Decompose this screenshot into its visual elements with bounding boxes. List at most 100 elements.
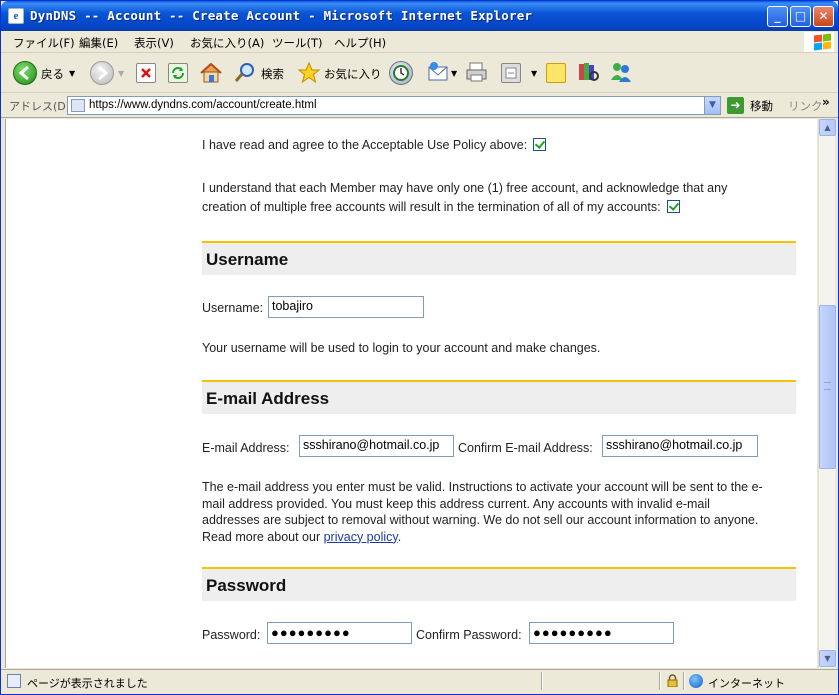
back-button[interactable]: 戻る ▼ [11, 60, 79, 86]
favorites-star-icon [297, 61, 321, 84]
free-account-text-line2: creation of multiple free accounts will … [202, 200, 661, 214]
home-button[interactable] [198, 60, 224, 86]
stop-icon [136, 63, 156, 83]
internet-zone-icon [689, 674, 703, 688]
print-button[interactable] [464, 60, 490, 86]
menu-file[interactable]: ファイル(F) [13, 35, 75, 51]
page-done-icon [7, 674, 21, 688]
aup-checkbox[interactable] [533, 138, 547, 151]
menu-bar: ファイル(F) 編集(E) 表示(V) お気に入り(A) ツール(T) ヘルプ(… [1, 31, 838, 53]
refresh-icon [168, 63, 188, 83]
username-input[interactable]: tobajiro [268, 296, 424, 318]
scroll-down-icon[interactable]: ▼ [819, 650, 836, 667]
email-note-line3: addresses are subject to removal without… [202, 513, 759, 527]
maximize-button[interactable]: □ [790, 6, 811, 27]
minimize-button[interactable]: _ [767, 6, 788, 27]
research-button[interactable] [576, 60, 602, 86]
status-text: ページが表示されました [27, 677, 148, 690]
page-content: I have read and agree to the Acceptable … [5, 119, 817, 668]
menu-view[interactable]: 表示(V) [134, 35, 174, 51]
links-button[interactable]: リンク [788, 98, 823, 114]
favorites-button[interactable]: お気に入り [297, 60, 382, 86]
mail-icon [428, 62, 448, 81]
history-icon [389, 61, 413, 85]
forward-button[interactable]: ▼ [88, 60, 128, 86]
password-heading: Password [206, 576, 287, 595]
ie-page-icon: e [8, 8, 24, 24]
go-button[interactable]: 移動 [750, 98, 773, 114]
home-icon [200, 62, 222, 83]
favorites-label: お気に入り [324, 67, 382, 81]
lock-icon[interactable] [667, 674, 678, 687]
scroll-grip-icon [824, 382, 831, 390]
mail-dropdown-icon[interactable]: ▼ [451, 69, 457, 78]
note-icon [546, 63, 566, 83]
close-button[interactable]: ✕ [813, 6, 834, 27]
status-bar: ページが表示されました インターネット [1, 669, 838, 694]
search-button[interactable]: 検索 [233, 60, 291, 86]
status-divider [659, 672, 661, 690]
confirm-password-input[interactable]: ●●●●●●●●● [529, 622, 674, 644]
email-section-header: E-mail Address [202, 380, 796, 414]
address-label: アドレス(D) [9, 100, 71, 113]
aup-agreement-text: I have read and agree to the Acceptable … [202, 138, 528, 152]
windows-logo-icon [804, 32, 834, 52]
search-label: 検索 [261, 67, 284, 81]
back-label: 戻る [41, 67, 64, 81]
scroll-thumb[interactable] [819, 305, 836, 469]
edit-dropdown-icon[interactable]: ▼ [531, 69, 537, 78]
address-dropdown-icon[interactable]: ▼ [704, 97, 720, 114]
username-heading: Username [206, 250, 289, 269]
browser-window: e DynDNS -- Account -- Create Account - … [0, 0, 839, 695]
toolbar: 戻る ▼ ▼ 検索 お気に入り ▼ ▼ [1, 54, 838, 93]
status-divider [683, 672, 685, 690]
username-label: Username: [202, 301, 264, 315]
menu-favorites[interactable]: お気に入り(A) [190, 35, 264, 51]
password-label: Password: [202, 628, 261, 642]
vertical-scrollbar[interactable]: ▲ ▼ [818, 119, 836, 668]
menu-tools[interactable]: ツール(T) [272, 35, 323, 51]
messenger-button[interactable] [608, 60, 636, 86]
username-note: Your username will be used to login to y… [202, 341, 601, 355]
security-zone-text: インターネット [708, 677, 785, 690]
research-icon [579, 63, 599, 81]
menu-edit[interactable]: 編集(E) [79, 35, 118, 51]
email-note-line1: The e-mail address you enter must be val… [202, 480, 763, 494]
scroll-up-icon[interactable]: ▲ [819, 119, 836, 136]
forward-dropdown-icon[interactable]: ▼ [118, 69, 124, 78]
aup-agreement: I have read and agree to the Acceptable … [202, 136, 547, 155]
forward-arrow-icon [90, 61, 114, 85]
email-note-line2: mail address provided. You must keep thi… [202, 496, 710, 511]
free-account-agreement: I understand that each Member may have o… [202, 179, 802, 217]
email-label: E-mail Address: [202, 441, 290, 455]
edit-button[interactable]: ▼ [501, 60, 541, 86]
discuss-button[interactable] [546, 60, 570, 86]
status-divider [541, 672, 543, 690]
back-arrow-icon [13, 61, 37, 85]
search-icon [234, 63, 254, 82]
back-dropdown-icon[interactable]: ▼ [69, 69, 75, 78]
privacy-policy-link[interactable]: privacy policy [324, 530, 398, 544]
email-note-line4: Read more about our [202, 529, 324, 544]
password-input[interactable]: ●●●●●●●●● [267, 622, 412, 644]
edit-icon [501, 63, 521, 83]
email-heading: E-mail Address [206, 389, 330, 408]
page-favicon-icon [71, 99, 85, 112]
stop-button[interactable] [136, 60, 158, 86]
free-account-checkbox[interactable] [666, 200, 680, 213]
links-chevron-icon[interactable]: » [822, 95, 830, 109]
confirm-email-label: Confirm E-mail Address: [458, 441, 593, 455]
menu-help[interactable]: ヘルプ(H) [334, 35, 386, 51]
go-arrow-icon[interactable]: ➜ [727, 97, 744, 114]
messenger-icon [611, 63, 631, 82]
free-account-text-line1: I understand that each Member may have o… [202, 181, 728, 195]
history-button[interactable] [389, 60, 415, 86]
email-input[interactable]: ssshirano@hotmail.co.jp [299, 435, 454, 457]
window-title: DynDNS -- Account -- Create Account - Mi… [30, 8, 533, 23]
address-input[interactable]: https://www.dyndns.com/account/create.ht… [67, 96, 721, 115]
refresh-button[interactable] [168, 60, 190, 86]
email-note: The e-mail address you enter must be val… [202, 479, 802, 545]
confirm-email-input[interactable]: ssshirano@hotmail.co.jp [602, 435, 758, 457]
mail-button[interactable]: ▼ [426, 60, 460, 86]
title-bar: e DynDNS -- Account -- Create Account - … [1, 1, 838, 31]
